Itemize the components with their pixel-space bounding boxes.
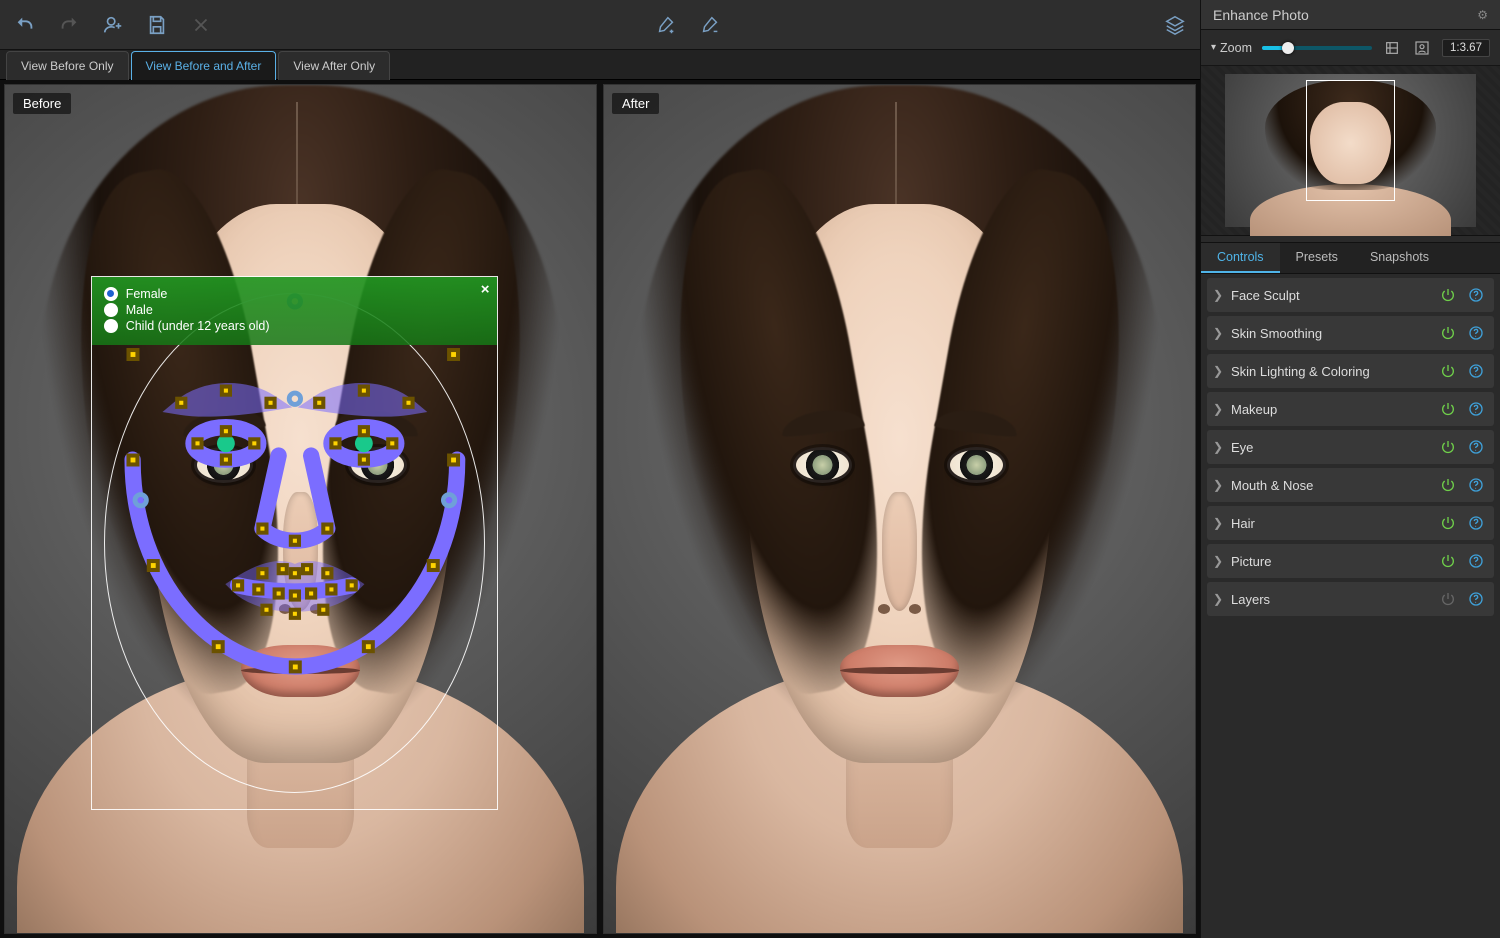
power-icon[interactable] — [1438, 323, 1458, 343]
save-icon[interactable] — [146, 14, 168, 36]
gender-label: Child (under 12 years old) — [126, 319, 270, 333]
help-icon[interactable] — [1466, 285, 1486, 305]
control-name: Eye — [1231, 440, 1438, 455]
profile-add-icon[interactable] — [102, 14, 124, 36]
chevron-right-icon: ❯ — [1213, 326, 1227, 340]
gender-option-male[interactable]: Male — [104, 303, 486, 317]
redo-icon[interactable] — [58, 14, 80, 36]
help-icon[interactable] — [1466, 475, 1486, 495]
control-row-skin-smoothing[interactable]: ❯ Skin Smoothing — [1207, 316, 1494, 350]
controls-list: ❯ Face Sculpt ❯ Skin Smoothing ❯ Skin Lightin… — [1201, 274, 1500, 620]
brush-add-icon[interactable] — [655, 14, 677, 36]
undo-icon[interactable] — [14, 14, 36, 36]
zoom-slider[interactable] — [1262, 46, 1372, 50]
control-name: Layers — [1231, 592, 1438, 607]
control-name: Mouth & Nose — [1231, 478, 1438, 493]
after-label: After — [612, 93, 659, 114]
sidebar-title: Enhance Photo — [1213, 7, 1309, 23]
help-icon[interactable] — [1466, 513, 1486, 533]
control-row-makeup[interactable]: ❯ Makeup — [1207, 392, 1494, 426]
chevron-right-icon: ❯ — [1213, 288, 1227, 302]
control-name: Skin Lighting & Coloring — [1231, 364, 1438, 379]
after-portrait — [604, 85, 1195, 933]
help-icon[interactable] — [1466, 323, 1486, 343]
zoom-fit-icon[interactable] — [1382, 38, 1402, 58]
control-row-eye[interactable]: ❯ Eye — [1207, 430, 1494, 464]
top-toolbar — [0, 0, 1200, 50]
zoom-row: ▾Zoom 1:3.67 — [1201, 30, 1500, 66]
tab-view-before-only[interactable]: View Before Only — [6, 51, 129, 80]
gender-panel: × Female Male Child (under 12 years old) — [92, 277, 498, 345]
help-icon[interactable] — [1466, 361, 1486, 381]
control-row-face-sculpt[interactable]: ❯ Face Sculpt — [1207, 278, 1494, 312]
zoom-value[interactable]: 1:3.67 — [1442, 39, 1490, 57]
control-row-mouth-nose[interactable]: ❯ Mouth & Nose — [1207, 468, 1494, 502]
power-icon[interactable] — [1438, 589, 1458, 609]
help-icon[interactable] — [1466, 437, 1486, 457]
help-icon[interactable] — [1466, 589, 1486, 609]
control-name: Makeup — [1231, 402, 1438, 417]
face-landmark-box[interactable]: × Female Male Child (under 12 years old) — [91, 276, 499, 810]
tab-controls[interactable]: Controls — [1201, 243, 1280, 273]
power-icon[interactable] — [1438, 361, 1458, 381]
gear-icon[interactable]: ⚙ — [1477, 8, 1488, 22]
sidebar-tabs: Controls Presets Snapshots — [1201, 242, 1500, 274]
power-icon[interactable] — [1438, 551, 1458, 571]
gender-option-female[interactable]: Female — [104, 287, 486, 301]
tab-view-after-only[interactable]: View After Only — [278, 51, 390, 80]
help-icon[interactable] — [1466, 551, 1486, 571]
gender-label: Female — [126, 287, 168, 301]
chevron-right-icon: ❯ — [1213, 516, 1227, 530]
control-name: Picture — [1231, 554, 1438, 569]
layers-icon[interactable] — [1164, 14, 1186, 36]
view-mode-tabs: View Before Only View Before and After V… — [0, 50, 1200, 80]
chevron-right-icon: ❯ — [1213, 402, 1227, 416]
control-name: Hair — [1231, 516, 1438, 531]
control-row-layers[interactable]: ❯ Layers — [1207, 582, 1494, 616]
control-row-skin-lighting-coloring[interactable]: ❯ Skin Lighting & Coloring — [1207, 354, 1494, 388]
control-name: Skin Smoothing — [1231, 326, 1438, 341]
chevron-right-icon: ❯ — [1213, 592, 1227, 606]
zoom-label: Zoom — [1220, 41, 1252, 55]
power-icon[interactable] — [1438, 285, 1458, 305]
zoom-toggle[interactable]: ▾Zoom — [1211, 41, 1252, 55]
reject-icon[interactable] — [190, 14, 212, 36]
before-label: Before — [13, 93, 71, 114]
chevron-right-icon: ❯ — [1213, 364, 1227, 378]
sidebar: Enhance Photo ⚙ ▾Zoom 1:3.67 Controls Pr… — [1200, 0, 1500, 938]
tab-snapshots[interactable]: Snapshots — [1354, 243, 1445, 273]
zoom-face-icon[interactable] — [1412, 38, 1432, 58]
close-icon[interactable]: × — [481, 281, 490, 298]
navigator[interactable] — [1201, 66, 1500, 236]
power-icon[interactable] — [1438, 437, 1458, 457]
gender-option-child[interactable]: Child (under 12 years old) — [104, 319, 486, 333]
after-pane[interactable]: After — [603, 84, 1196, 934]
canvas-area: Before × Female Male — [0, 80, 1200, 938]
chevron-right-icon: ❯ — [1213, 440, 1227, 454]
tab-presets[interactable]: Presets — [1280, 243, 1354, 273]
help-icon[interactable] — [1466, 399, 1486, 419]
navigator-viewport[interactable] — [1306, 80, 1396, 202]
tab-view-before-and-after[interactable]: View Before and After — [131, 51, 277, 80]
sidebar-header: Enhance Photo ⚙ — [1201, 0, 1500, 30]
power-icon[interactable] — [1438, 475, 1458, 495]
power-icon[interactable] — [1438, 513, 1458, 533]
chevron-right-icon: ❯ — [1213, 554, 1227, 568]
before-pane[interactable]: Before × Female Male — [4, 84, 597, 934]
control-row-hair[interactable]: ❯ Hair — [1207, 506, 1494, 540]
control-row-picture[interactable]: ❯ Picture — [1207, 544, 1494, 578]
control-name: Face Sculpt — [1231, 288, 1438, 303]
chevron-right-icon: ❯ — [1213, 478, 1227, 492]
power-icon[interactable] — [1438, 399, 1458, 419]
brush-remove-icon[interactable] — [699, 14, 721, 36]
gender-label: Male — [126, 303, 153, 317]
